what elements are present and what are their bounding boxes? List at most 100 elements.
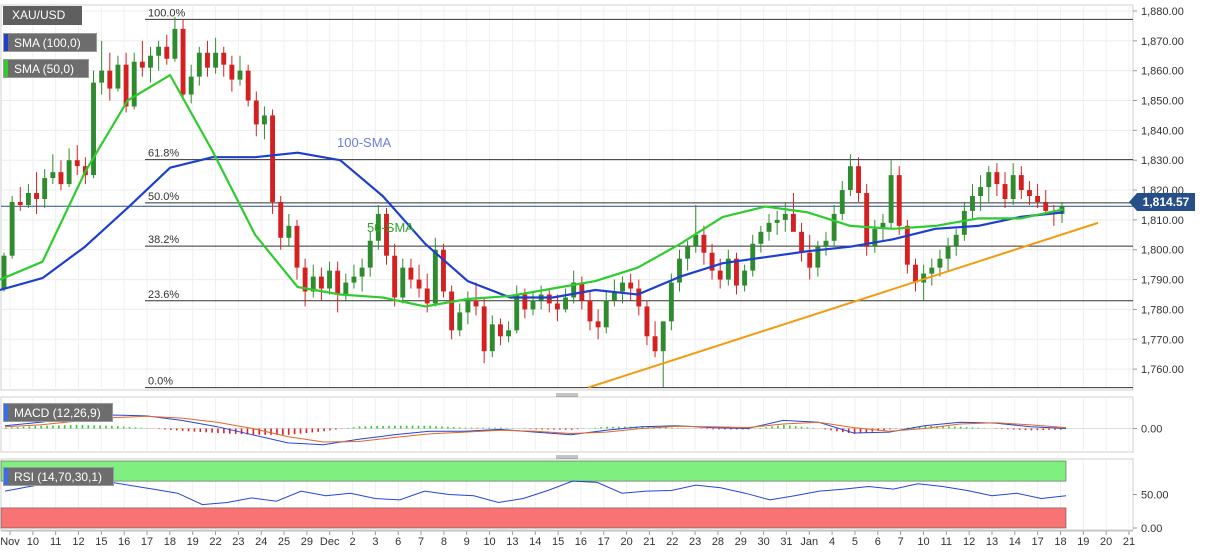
candle-body xyxy=(783,214,788,220)
macd-histogram-bar xyxy=(577,429,579,430)
y-tick-label: 1,880.00 xyxy=(1141,6,1184,18)
x-tick-label: 8 xyxy=(441,536,447,548)
x-tick-label: 10 xyxy=(27,536,39,548)
candle-body xyxy=(26,193,31,205)
symbol-badge[interactable]: XAU/USD xyxy=(3,6,82,25)
candle-body xyxy=(457,312,462,330)
macd-histogram-bar xyxy=(571,429,573,430)
macd-histogram-bar xyxy=(412,426,414,429)
candle-body xyxy=(474,300,479,306)
macd-histogram-bar xyxy=(64,425,66,428)
macd-histogram-bar xyxy=(93,425,95,428)
candle-body xyxy=(848,166,853,190)
candle-body xyxy=(555,303,560,309)
x-tick-label: 21 xyxy=(1123,536,1135,548)
rsi-y-tick-label: 0.00 xyxy=(1141,523,1162,535)
macd-histogram-bar xyxy=(1037,429,1039,431)
x-tick-label: 7 xyxy=(418,536,424,548)
candle-body xyxy=(718,271,723,280)
candle-body xyxy=(1003,184,1008,199)
candle-body xyxy=(897,175,902,226)
macd-histogram-bar xyxy=(671,428,673,429)
macd-histogram-bar xyxy=(424,426,426,429)
chart-root: 1,760.001,770.001,780.001,790.001,800.00… xyxy=(0,0,1207,555)
candle-body xyxy=(905,226,910,265)
sma50-swatch xyxy=(4,60,8,77)
x-tick-label: 31 xyxy=(780,536,792,548)
macd-histogram-bar xyxy=(170,429,172,430)
macd-histogram-bar xyxy=(382,426,384,429)
macd-histogram-bar xyxy=(323,429,325,432)
macd-histogram-bar xyxy=(23,427,25,429)
macd-badge[interactable]: MACD (12,26,9) xyxy=(3,403,113,422)
y-tick-label: 1,850.00 xyxy=(1141,96,1184,108)
candle-body xyxy=(319,277,324,289)
macd-histogram-bar xyxy=(889,429,891,430)
x-tick-label: 10 xyxy=(483,536,495,548)
macd-histogram-bar xyxy=(58,425,60,428)
candle-body xyxy=(449,292,454,331)
macd-histogram-bar xyxy=(5,428,7,429)
macd-histogram-bar xyxy=(830,429,832,431)
candle-body xyxy=(824,241,829,247)
candle-body xyxy=(75,160,80,166)
candle-body xyxy=(767,223,772,232)
macd-histogram-bar xyxy=(241,429,243,435)
macd-histogram-bar xyxy=(536,429,538,430)
macd-histogram-bar xyxy=(288,429,290,435)
rsi-badge[interactable]: RSI (14,70,30,1) xyxy=(3,467,114,486)
rsi-oversold-band xyxy=(1,508,1066,528)
candle-body xyxy=(246,71,251,101)
y-tick-label: 1,870.00 xyxy=(1141,36,1184,48)
candle-body xyxy=(531,300,536,309)
x-tick-label: 21 xyxy=(643,536,655,548)
macd-histogram-bar xyxy=(406,426,408,429)
candle-body xyxy=(270,115,275,202)
macd-histogram-bar xyxy=(718,429,720,430)
macd-histogram-bar xyxy=(465,428,467,429)
candle-body xyxy=(994,172,999,184)
macd-histogram-bar xyxy=(883,429,885,431)
candle-body xyxy=(799,232,804,253)
candle-body xyxy=(840,190,845,214)
candle-body xyxy=(18,202,23,205)
x-tick-label: 22 xyxy=(209,536,221,548)
macd-histogram-bar xyxy=(329,429,331,431)
x-tick-label: 5 xyxy=(852,536,858,548)
candle-body xyxy=(750,244,755,271)
macd-histogram-bar xyxy=(223,429,225,434)
macd-label: MACD (12,26,9) xyxy=(14,406,101,420)
candle-body xyxy=(229,65,234,80)
sma50-badge[interactable]: SMA (50,0) xyxy=(3,59,89,78)
candle-body xyxy=(889,175,894,223)
candle-body xyxy=(970,196,975,211)
sma100-badge[interactable]: SMA (100,0) xyxy=(3,33,97,52)
macd-histogram-bar xyxy=(1001,429,1003,430)
candle-body xyxy=(172,29,177,59)
candle-body xyxy=(286,226,291,238)
sma100-label: SMA (100,0) xyxy=(14,36,81,50)
candle-body xyxy=(620,283,625,292)
sma100-annotation: 100-SMA xyxy=(337,135,392,150)
candle-body xyxy=(221,53,226,65)
candle-body xyxy=(327,271,332,289)
candle-body xyxy=(946,247,951,259)
macd-histogram-bar xyxy=(553,429,555,430)
macd-histogram-bar xyxy=(435,426,437,428)
x-tick-label: 12 xyxy=(72,536,84,548)
macd-histogram-bar xyxy=(105,426,107,429)
candle-body xyxy=(937,259,942,268)
macd-histogram-bar xyxy=(813,428,815,429)
candle-body xyxy=(400,268,405,298)
macd-histogram-bar xyxy=(359,426,361,428)
macd-histogram-bar xyxy=(1025,429,1027,431)
macd-histogram-bar xyxy=(836,429,838,432)
macd-histogram-bar xyxy=(141,428,143,429)
x-tick-label: 24 xyxy=(255,536,267,548)
x-tick-label: Nov xyxy=(0,536,20,548)
macd-histogram-bar xyxy=(530,429,532,430)
macd-histogram-bar xyxy=(801,427,803,429)
macd-histogram-bar xyxy=(82,425,84,428)
macd-histogram-bar xyxy=(418,426,420,429)
y-tick-label: 1,810.00 xyxy=(1141,215,1184,227)
